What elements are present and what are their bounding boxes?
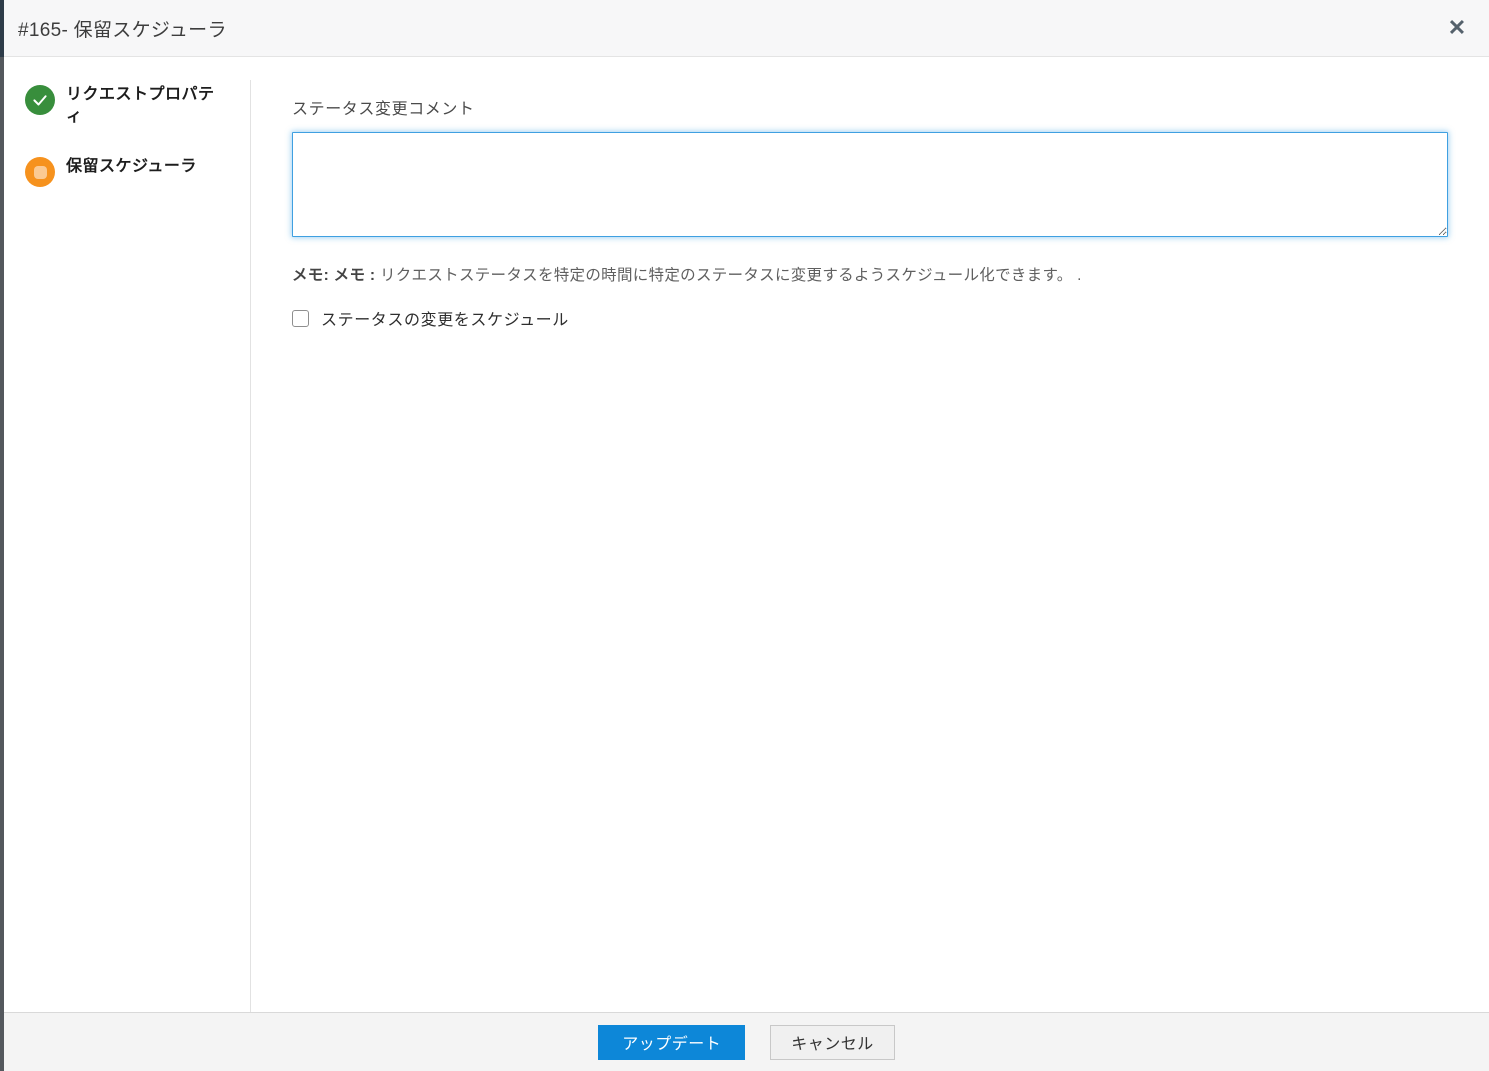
step-hold-scheduler[interactable]: 保留スケジューラ (25, 156, 250, 188)
step-label: 保留スケジューラ (66, 158, 197, 176)
schedule-status-change-checkbox[interactable] (292, 309, 309, 327)
memo-note: メモ: メモ : リクエストステータスを特定の時間に特定のステータスに変更するよ… (292, 263, 1448, 285)
memo-note-suffix: . (1077, 267, 1082, 284)
step-label: リクエストプロパティ (66, 86, 215, 125)
status-change-comment-label: ステータス変更コメント (292, 101, 475, 118)
sidebar-divider (250, 80, 251, 1012)
cancel-button[interactable]: キャンセル (770, 1024, 895, 1060)
dialog-body: リクエストプロパティ 保留スケジューラ ステータス変更コメント メモ: メモ :… (4, 57, 1489, 1012)
hold-scheduler-dialog: #165- 保留スケジューラ ✕ リクエストプロパティ 保留スケジューラ ステー… (4, 0, 1489, 1071)
dialog-title: #165- 保留スケジューラ (18, 19, 227, 41)
memo-note-prefix-2: メモ : (333, 267, 376, 284)
dialog-footer: アップデート キャンセル (4, 1012, 1489, 1071)
update-button[interactable]: アップデート (598, 1024, 746, 1060)
dialog-header: #165- 保留スケジューラ ✕ (4, 0, 1489, 57)
memo-note-prefix: メモ: (292, 267, 330, 284)
progress-circle-icon (25, 157, 55, 188)
background-page-edge (0, 0, 4, 1071)
step-request-properties[interactable]: リクエストプロパティ (25, 84, 250, 127)
schedule-status-change-row: ステータスの変更をスケジュール (292, 306, 1448, 330)
schedule-status-change-label[interactable]: ステータスの変更をスケジュール (321, 306, 569, 330)
main-form: ステータス変更コメント メモ: メモ : リクエストステータスを特定の時間に特定… (250, 57, 1489, 1012)
steps-sidebar: リクエストプロパティ 保留スケジューラ (4, 57, 250, 1012)
close-icon[interactable]: ✕ (1443, 14, 1471, 42)
check-circle-icon (25, 85, 55, 115)
memo-note-body: リクエストステータスを特定の時間に特定のステータスに変更するようスケジュール化で… (379, 267, 1073, 284)
status-change-comment-textarea[interactable] (292, 132, 1448, 237)
